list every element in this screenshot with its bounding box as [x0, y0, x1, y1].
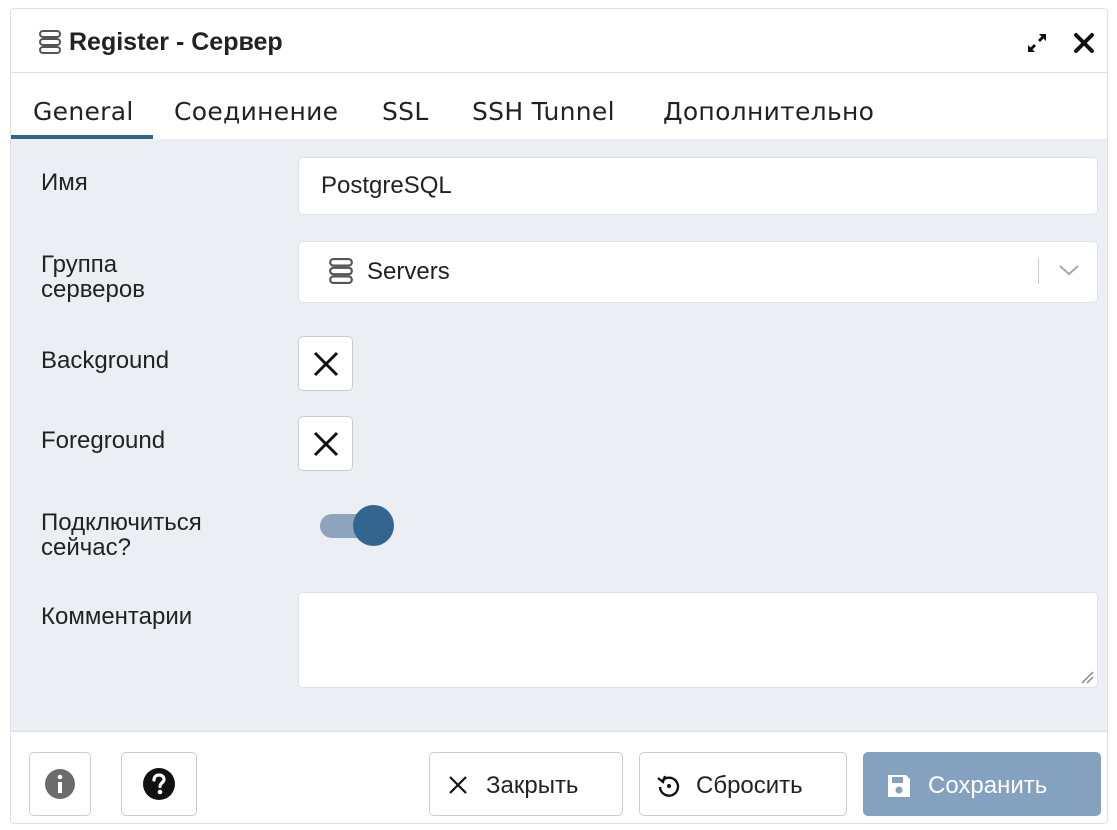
tab-general[interactable]: General	[33, 97, 134, 126]
dialog-titlebar: Register - Сервер	[11, 9, 1107, 73]
resize-handle-icon[interactable]	[1080, 670, 1094, 684]
server-group-select[interactable]: Servers	[298, 241, 1098, 303]
server-group-icon	[329, 258, 353, 284]
info-icon	[45, 769, 75, 799]
foreground-color-picker[interactable]	[298, 416, 353, 471]
info-button[interactable]	[29, 752, 91, 816]
server-group-value: Servers	[367, 258, 450, 285]
no-color-icon	[313, 431, 339, 457]
tab-ssl[interactable]: SSL	[382, 97, 429, 126]
close-button[interactable]: Закрыть	[429, 752, 623, 816]
select-separator	[1038, 258, 1039, 284]
close-icon[interactable]	[1073, 32, 1095, 54]
background-color-picker[interactable]	[298, 336, 353, 391]
foreground-label: Foreground	[41, 427, 166, 454]
tab-ssh-tunnel[interactable]: SSH Tunnel	[472, 97, 615, 126]
help-button[interactable]	[121, 752, 197, 816]
close-icon	[449, 776, 467, 794]
reset-icon	[657, 775, 680, 797]
tab-bar: General Соединение SSL SSH Tunnel Дополн…	[11, 73, 1107, 139]
connect-now-toggle-knob[interactable]	[353, 505, 394, 546]
connect-now-label-line2: сейчас?	[41, 534, 131, 561]
question-icon	[143, 768, 175, 800]
save-button-label: Сохранить	[928, 772, 1048, 799]
reset-button-label: Сбросить	[696, 772, 803, 799]
register-server-dialog: Register - Сервер General Соединение SSL…	[10, 8, 1108, 824]
dialog-footer: Закрыть Сбросить Сохранить	[11, 731, 1107, 823]
chevron-down-icon[interactable]	[1057, 262, 1081, 278]
active-tab-indicator	[11, 135, 153, 139]
comments-label: Комментарии	[41, 603, 193, 630]
server-group-label-line1: Группа	[41, 251, 118, 278]
tab-advanced[interactable]: Дополнительно	[663, 97, 874, 126]
comments-textarea[interactable]	[298, 592, 1098, 688]
server-icon	[39, 30, 61, 54]
tab-connection[interactable]: Соединение	[174, 97, 338, 126]
save-icon	[888, 775, 910, 797]
server-group-label-line2: серверов	[41, 276, 145, 303]
reset-button[interactable]: Сбросить	[639, 752, 847, 816]
name-label: Имя	[41, 169, 88, 196]
expand-icon[interactable]	[1025, 31, 1049, 55]
close-button-label: Закрыть	[486, 772, 579, 799]
background-label: Background	[41, 347, 170, 374]
save-button[interactable]: Сохранить	[863, 752, 1101, 816]
name-input[interactable]: PostgreSQL	[298, 157, 1098, 215]
dialog-title: Register - Сервер	[69, 28, 283, 56]
no-color-icon	[313, 351, 339, 377]
connect-now-label-line1: Подключиться	[41, 509, 202, 536]
